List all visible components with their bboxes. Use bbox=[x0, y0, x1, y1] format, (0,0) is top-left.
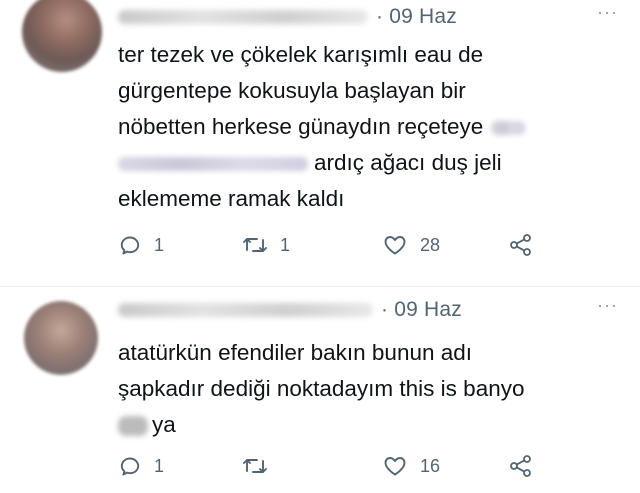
like-button[interactable]: 16 bbox=[382, 451, 440, 481]
avatar[interactable] bbox=[22, 0, 102, 72]
like-button[interactable]: 28 bbox=[382, 230, 440, 260]
retweet-icon bbox=[242, 233, 268, 257]
retweet-button[interactable] bbox=[242, 451, 280, 481]
tweet-text-line: atatürkün efendiler bakın bunun adı bbox=[118, 340, 473, 365]
share-button[interactable] bbox=[508, 451, 534, 481]
tweet-text-line: şapkadır dediği noktadayım this is banyo bbox=[118, 376, 525, 401]
tweet-actions: 1 1 28 bbox=[118, 230, 558, 260]
avatar[interactable] bbox=[24, 301, 98, 375]
more-icon[interactable]: ··· bbox=[597, 2, 618, 23]
retweet-button[interactable]: 1 bbox=[242, 230, 290, 260]
like-icon bbox=[382, 233, 408, 257]
share-button[interactable] bbox=[508, 230, 534, 260]
blurred-username bbox=[118, 10, 368, 24]
tweet-date[interactable]: · 09 Haz bbox=[381, 298, 462, 322]
tweet-header: · 09 Haz bbox=[118, 295, 462, 325]
retweet-count: 1 bbox=[280, 234, 291, 255]
tweet-text-line: ya bbox=[118, 407, 598, 443]
blurred-text bbox=[491, 121, 526, 136]
tweet-text-cut-line: ter tezek ve çökelek karışımlı eau de bbox=[118, 42, 484, 67]
tweet-2[interactable]: · 09 Haz ··· atatürkün efendiler bakın b… bbox=[0, 287, 640, 493]
blurred-emoji bbox=[118, 416, 148, 437]
tweet-1[interactable]: · 09 Haz ··· ter tezek ve çökelek karışı… bbox=[0, 0, 640, 286]
blurred-text bbox=[118, 157, 308, 172]
tweet-text: ter tezek ve çökelek karışımlı eau de gü… bbox=[118, 37, 598, 217]
tweet-actions: 1 16 bbox=[118, 451, 558, 481]
blurred-username bbox=[118, 303, 373, 317]
like-count: 16 bbox=[420, 455, 441, 476]
retweet-icon bbox=[242, 454, 268, 478]
tweet-text: atatürkün efendiler bakın bunun adı şapk… bbox=[118, 335, 598, 443]
reply-button[interactable]: 1 bbox=[118, 451, 164, 481]
like-count: 28 bbox=[420, 234, 441, 255]
reply-count: 1 bbox=[154, 234, 165, 255]
share-icon bbox=[508, 453, 534, 479]
more-icon[interactable]: ··· bbox=[597, 295, 618, 316]
tweet-text-line: gürgentepe kokusuyla başlayan bir bbox=[118, 78, 466, 103]
tweet-text-segment: ya bbox=[152, 412, 176, 437]
tweet-header: · 09 Haz bbox=[118, 2, 457, 32]
tweet-date[interactable]: · 09 Haz bbox=[376, 5, 457, 29]
share-icon bbox=[508, 232, 534, 258]
tweet-text-segment: ardıç ağacı duş jeli bbox=[314, 150, 502, 175]
reply-button[interactable]: 1 bbox=[118, 230, 164, 260]
tweet-text-line: nöbetten herkese günaydın reçeteye bbox=[118, 109, 598, 145]
tweet-text-line: eklememe ramak kaldı bbox=[118, 186, 345, 211]
reply-count: 1 bbox=[154, 455, 165, 476]
like-icon bbox=[382, 454, 408, 478]
reply-icon bbox=[118, 454, 142, 478]
reply-icon bbox=[118, 233, 142, 257]
tweet-text-line: ardıç ağacı duş jeli bbox=[118, 145, 598, 181]
tweet-text-segment: nöbetten herkese günaydın reçeteye bbox=[118, 114, 484, 139]
tweet-text-line: ter tezek ve çökelek karışımlı eau de bbox=[118, 37, 598, 73]
